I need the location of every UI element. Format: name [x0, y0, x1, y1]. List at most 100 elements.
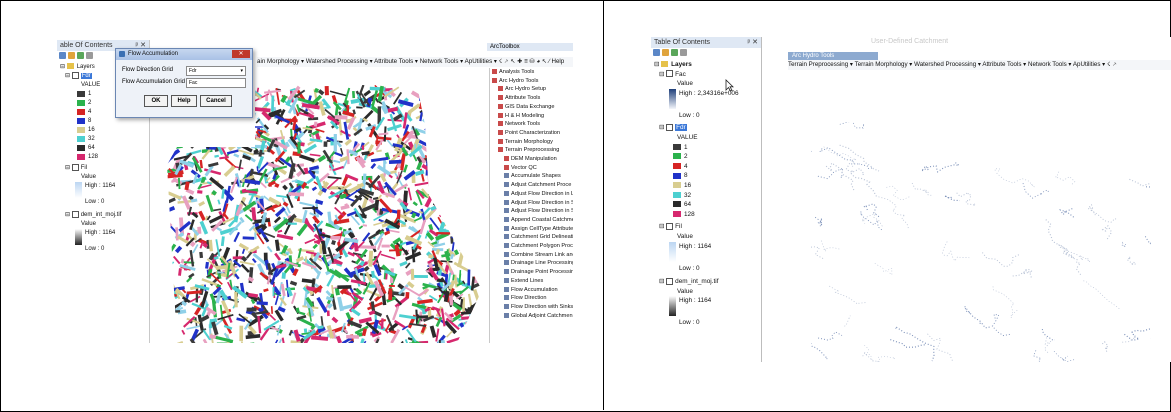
fdr-right-legend-value: 16: [684, 181, 692, 189]
toolbox-folder-item[interactable]: Attribute Tools: [490, 94, 573, 103]
raster-stroke: [443, 197, 454, 208]
toolbox-tool-item[interactable]: Adjust Flow Direction in L: [490, 190, 573, 199]
raster-stroke: [202, 338, 208, 343]
toolbox-tool-item[interactable]: Adjust Flow Direction in S: [490, 199, 573, 208]
hammer-tool-icon: [504, 286, 509, 292]
raster-stroke: [181, 195, 192, 210]
raster-stroke: [449, 178, 458, 188]
raster-stroke: [188, 195, 194, 201]
toolbox-folder-item[interactable]: DEM Manipulation: [490, 155, 573, 164]
toolbox-folder-item[interactable]: Arc Hydro Tools: [490, 77, 573, 86]
raster-stroke: [288, 329, 293, 336]
flow-accumulation-grid-input[interactable]: Fac: [186, 78, 246, 88]
toolbox-tool-item[interactable]: Extend Lines: [490, 277, 573, 286]
pin-close-icon-right[interactable]: ᵖ ✕: [748, 37, 761, 48]
raster-stroke: [430, 96, 440, 111]
toc-fil-node-right[interactable]: ⊟ Fil: [651, 222, 761, 232]
stream-network-line: [850, 170, 878, 198]
toc-fdr-node-right[interactable]: ⊟ Fdr: [651, 123, 761, 133]
raster-stroke: [460, 108, 465, 115]
list-by-selection-icon[interactable]: [86, 52, 93, 59]
list-by-drawing-order-icon[interactable]: [59, 52, 66, 59]
dem-visibility-checkbox[interactable]: [71, 211, 79, 219]
fdr-visibility-checkbox[interactable]: [71, 72, 79, 79]
close-icon[interactable]: ✕: [232, 50, 250, 58]
ok-button[interactable]: OK: [144, 95, 168, 107]
raster-stroke: [205, 137, 215, 148]
raster-stroke: [181, 140, 189, 144]
raster-stroke: [273, 216, 282, 224]
raster-stroke: [222, 127, 229, 144]
raster-stroke: [465, 158, 477, 171]
raster-stroke: [429, 164, 434, 172]
toolbox-tool-item[interactable]: Accumulate Shapes: [490, 172, 573, 181]
flow-direction-raster-map[interactable]: [167, 85, 482, 343]
dem-visibility-checkbox-right[interactable]: [666, 277, 674, 285]
toolbox-tool-item[interactable]: Flow Accumulation: [490, 286, 573, 295]
raster-stroke: [438, 205, 452, 218]
flow-direction-grid-select[interactable]: Fdr ▾: [186, 66, 246, 76]
toolbox-tool-item[interactable]: Flow Direction: [490, 294, 573, 303]
stream-network-line: [819, 147, 875, 169]
toc-layers-node-right[interactable]: ⊟ Layers: [651, 60, 761, 70]
fdr-right-legend-row: 8: [651, 171, 761, 181]
toolbox-tool-item[interactable]: Assign CellType Attribute: [490, 225, 573, 234]
toolbox-folder-item[interactable]: H & H Modeling: [490, 112, 573, 121]
list-by-source-icon[interactable]: [68, 52, 75, 59]
toolbox-folder-item[interactable]: GIS Data Exchange: [490, 103, 573, 112]
fil-visibility-checkbox-right[interactable]: [666, 223, 674, 231]
toc-fac-node[interactable]: ⊟ Fac: [651, 70, 761, 80]
toolbox-folder-item[interactable]: Vector QC: [490, 164, 573, 173]
toolbox-item-label: Drainage Point Processing: [511, 269, 573, 276]
raster-stroke: [473, 163, 482, 168]
raster-stroke: [447, 218, 454, 224]
toolbox-tool-item[interactable]: Append Coastal Catchme: [490, 216, 573, 225]
list-by-visibility-icon-right[interactable]: [671, 49, 678, 56]
raster-stroke: [190, 135, 205, 149]
layers-label-right: Layers: [671, 61, 692, 68]
fac-visibility-checkbox[interactable]: [666, 70, 674, 78]
toolbox-tool-item[interactable]: Drainage Point Processing: [490, 268, 573, 277]
list-by-drawing-order-icon-right[interactable]: [653, 49, 660, 56]
raster-stroke: [244, 214, 253, 222]
list-by-visibility-icon[interactable]: [77, 52, 84, 59]
raster-stroke: [296, 314, 307, 321]
toolbox-folder-item[interactable]: Point Characterization: [490, 129, 573, 138]
raster-stroke: [465, 321, 482, 326]
toolbox-tool-item[interactable]: Flow Direction with Sinks: [490, 303, 573, 312]
toolbox-tool-item[interactable]: Global Adjoint Catchmen: [490, 312, 573, 321]
toolbox-tool-item[interactable]: Adjust Flow Direction in S: [490, 207, 573, 216]
raster-stroke: [403, 164, 408, 173]
toolbox-folder-item[interactable]: Terrain Preprocessing: [490, 146, 573, 155]
toolbox-tool-item[interactable]: Catchment Polygon Proc: [490, 242, 573, 251]
raster-stroke: [175, 134, 182, 148]
list-by-selection-icon-right[interactable]: [680, 49, 687, 56]
help-button[interactable]: Help: [171, 95, 197, 107]
cancel-button[interactable]: Cancel: [200, 95, 232, 107]
toolbox-tool-item[interactable]: Drainage Line Processing: [490, 259, 573, 268]
toolbox-folder-item[interactable]: Terrain Morphology: [490, 138, 573, 147]
hammer-tool-icon: [504, 304, 509, 309]
raster-stroke: [203, 119, 214, 125]
raster-stroke: [399, 260, 408, 267]
raster-stroke: [251, 207, 257, 221]
toc-dem-node-right[interactable]: ⊟ dem_int_moj.tif: [651, 277, 761, 287]
list-by-source-icon-right[interactable]: [662, 49, 669, 56]
fdr-visibility-checkbox-right[interactable]: [666, 124, 674, 132]
toolbox-folder-item[interactable]: Network Tools: [490, 120, 573, 129]
toolbox-folder-item[interactable]: Arc Hydro Setup: [490, 85, 573, 94]
stream-network-line: [821, 240, 840, 252]
toolbox-tool-item[interactable]: Adjust Catchment Proce: [490, 181, 573, 190]
chevron-down-icon[interactable]: ▾: [240, 67, 243, 75]
toolbox-tool-item[interactable]: Catchment Grid Delineati: [490, 233, 573, 242]
arc-hydro-menubar-right[interactable]: Terrain Preprocessing ▾ Terrain Morpholo…: [788, 60, 1171, 70]
arc-hydro-menubar[interactable]: ain Morphology ▾ Watershed Processing ▾ …: [257, 57, 573, 67]
fil-visibility-checkbox[interactable]: [71, 164, 79, 172]
toolbox-tool-item[interactable]: Combine Stream Link and: [490, 251, 573, 260]
flow-accumulation-raster-map[interactable]: [811, 122, 1151, 362]
toolbox-folder-item[interactable]: Analysis Tools: [490, 68, 573, 77]
toolbox-icon: [492, 77, 497, 83]
raster-stroke: [430, 201, 446, 211]
toc-dem-node[interactable]: ⊟ dem_int_moj.tif: [57, 211, 149, 220]
toc-fil-node[interactable]: ⊟ Fil: [57, 164, 149, 173]
